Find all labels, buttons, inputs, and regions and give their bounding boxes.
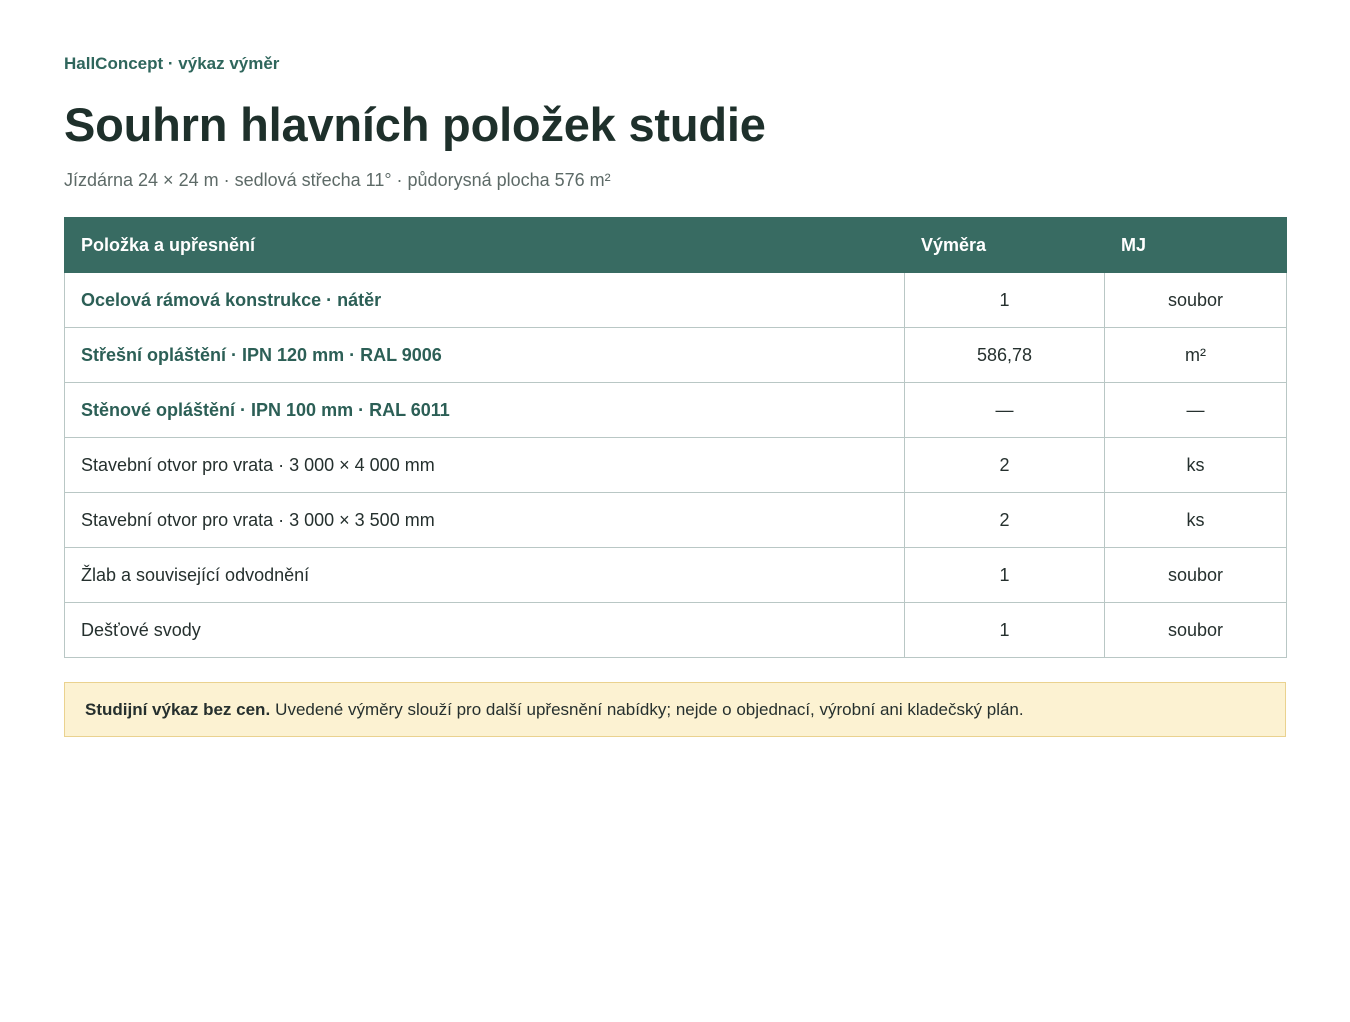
row-unit-cell: soubor	[1104, 272, 1287, 328]
row-item-cell: Stěnové opláštění · IPN 100 mm · RAL 601…	[64, 382, 905, 438]
row-unit-cell: ks	[1104, 492, 1287, 548]
document-eyebrow: HallConcept · výkaz výměr	[64, 54, 280, 73]
row-quantity-cell: 2	[904, 437, 1105, 493]
row-unit-cell: ks	[1104, 437, 1287, 493]
row-item-cell: Stavební otvor pro vrata · 3 000 × 4 000…	[64, 437, 905, 493]
page-subtitle: Jízdárna 24 × 24 m · sedlová střecha 11°…	[64, 170, 611, 190]
row-unit-cell: soubor	[1104, 547, 1287, 603]
table-row: Střešní opláštění · IPN 120 mm · RAL 900…	[64, 327, 1287, 383]
page-title: Souhrn hlavních položek studie	[64, 98, 766, 151]
row-item-cell: Dešťové svody	[64, 602, 905, 658]
row-item-cell: Střešní opláštění · IPN 120 mm · RAL 900…	[64, 327, 905, 383]
quantities-table: Položka a upřesnění Výměra MJ Ocelová rá…	[64, 217, 1287, 658]
disclaimer-note-text: Uvedené výměry slouží pro další upřesněn…	[275, 699, 1024, 719]
row-item-cell: Stavební otvor pro vrata · 3 000 × 3 500…	[64, 492, 905, 548]
row-quantity-cell: 2	[904, 492, 1105, 548]
row-unit-cell: m²	[1104, 327, 1287, 383]
disclaimer-note-title: Studijní výkaz bez cen.	[85, 699, 271, 719]
row-quantity-cell: 586,78	[904, 327, 1105, 383]
table-row: Ocelová rámová konstrukce · nátěr 1 soub…	[64, 272, 1287, 328]
table-header-row: Položka a upřesnění Výměra MJ	[64, 217, 1287, 273]
row-quantity-cell: 1	[904, 272, 1105, 328]
table-row: Stavební otvor pro vrata · 3 000 × 3 500…	[64, 492, 1287, 548]
row-quantity-cell: —	[904, 382, 1105, 438]
row-quantity-cell: 1	[904, 602, 1105, 658]
row-item-cell: Žlab a související odvodnění	[64, 547, 905, 603]
column-header-item: Položka a upřesnění	[64, 217, 905, 273]
document-page: HallConcept · výkaz výměr Souhrn hlavníc…	[0, 0, 1350, 737]
row-item-cell: Ocelová rámová konstrukce · nátěr	[64, 272, 905, 328]
table-row: Stavební otvor pro vrata · 3 000 × 4 000…	[64, 437, 1287, 493]
table-row: Dešťové svody 1 soubor	[64, 602, 1287, 658]
table-row: Žlab a související odvodnění 1 soubor	[64, 547, 1287, 603]
row-unit-cell: soubor	[1104, 602, 1287, 658]
column-header-unit: MJ	[1104, 217, 1287, 273]
disclaimer-note: Studijní výkaz bez cen. Uvedené výměry s…	[64, 682, 1286, 737]
column-header-quantity: Výměra	[904, 217, 1105, 273]
row-unit-cell: —	[1104, 382, 1287, 438]
row-quantity-cell: 1	[904, 547, 1105, 603]
table-row: Stěnové opláštění · IPN 100 mm · RAL 601…	[64, 382, 1287, 438]
